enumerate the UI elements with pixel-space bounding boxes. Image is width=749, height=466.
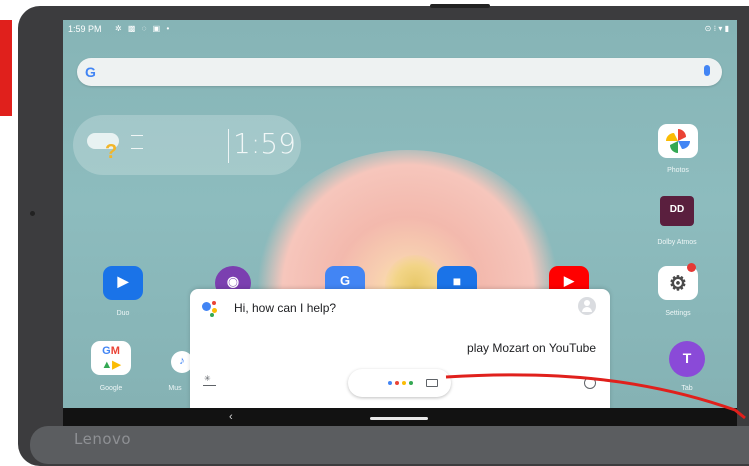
- google-assistant-icon: [202, 301, 220, 317]
- camera-icon: [30, 211, 35, 216]
- assistant-input-pill[interactable]: [348, 369, 451, 397]
- app-label-google: Google: [99, 385, 123, 392]
- photos-icon[interactable]: [658, 124, 698, 158]
- video-call-icon[interactable]: ▶: [103, 266, 143, 300]
- user-query-text: play Mozart on YouTube: [467, 341, 596, 355]
- dolby-icon[interactable]: DD: [660, 196, 694, 226]
- dot-yellow: [402, 381, 406, 385]
- assistant-greeting: Hi, how can I help?: [234, 301, 337, 315]
- status-bar: 1:59 PM ✲ ▩ ◌ ▣ • ⊙ ⁝ ▾ ▮: [63, 20, 737, 38]
- status-icons: ✲ ▩ ◌ ▣ •: [115, 24, 172, 33]
- back-icon[interactable]: ‹: [229, 411, 233, 423]
- gear-icon[interactable]: ⚙: [658, 263, 698, 300]
- dot-red: [395, 381, 399, 385]
- assistant-panel: Hi, how can I help? play Mozart on YouTu…: [190, 289, 610, 414]
- app-label-tab: Tab: [681, 385, 693, 392]
- google-logo-icon: G: [85, 64, 96, 80]
- navigation-bar: ‹: [63, 408, 737, 428]
- tablet-device: 1:59 PM ✲ ▩ ◌ ▣ • ⊙ ⁝ ▾ ▮ G ? 1:59 Photo…: [18, 4, 749, 466]
- partly-cloudy-icon: ?: [87, 129, 119, 163]
- weather-placeholder: [131, 135, 143, 149]
- brand-logo: Lenovo: [74, 430, 132, 448]
- app-label-dolby: Dolby Atmos: [657, 239, 697, 246]
- status-right-icons: ⊙ ⁝ ▾ ▮: [704, 24, 729, 33]
- annotation-bar: [0, 20, 12, 116]
- app-label-settings: Settings: [665, 310, 691, 317]
- device-notch: [430, 4, 490, 8]
- keyboard-icon[interactable]: [426, 379, 438, 387]
- app-label-photos: Photos: [667, 167, 689, 174]
- explore-icon[interactable]: [584, 377, 596, 389]
- tablet-screen: 1:59 PM ✲ ▩ ◌ ▣ • ⊙ ⁝ ▾ ▮ G ? 1:59 Photo…: [63, 20, 737, 428]
- dot-blue: [388, 381, 392, 385]
- mic-icon[interactable]: [704, 65, 710, 76]
- google-search-bar[interactable]: G: [77, 58, 722, 86]
- tab-icon[interactable]: T: [669, 341, 705, 377]
- device-speaker-bar: Lenovo: [30, 426, 749, 464]
- home-pill[interactable]: [370, 417, 428, 420]
- app-label-duo: Duo: [116, 310, 130, 317]
- app-label-music: Mus: [168, 385, 182, 392]
- dot-green: [409, 381, 413, 385]
- snapshot-icon[interactable]: ✳: [203, 374, 216, 386]
- status-time: 1:59 PM: [68, 24, 102, 34]
- google-apps-icon[interactable]: GM ▲▶: [91, 341, 131, 375]
- widget-divider: [228, 129, 229, 163]
- account-avatar-icon[interactable]: [578, 297, 596, 315]
